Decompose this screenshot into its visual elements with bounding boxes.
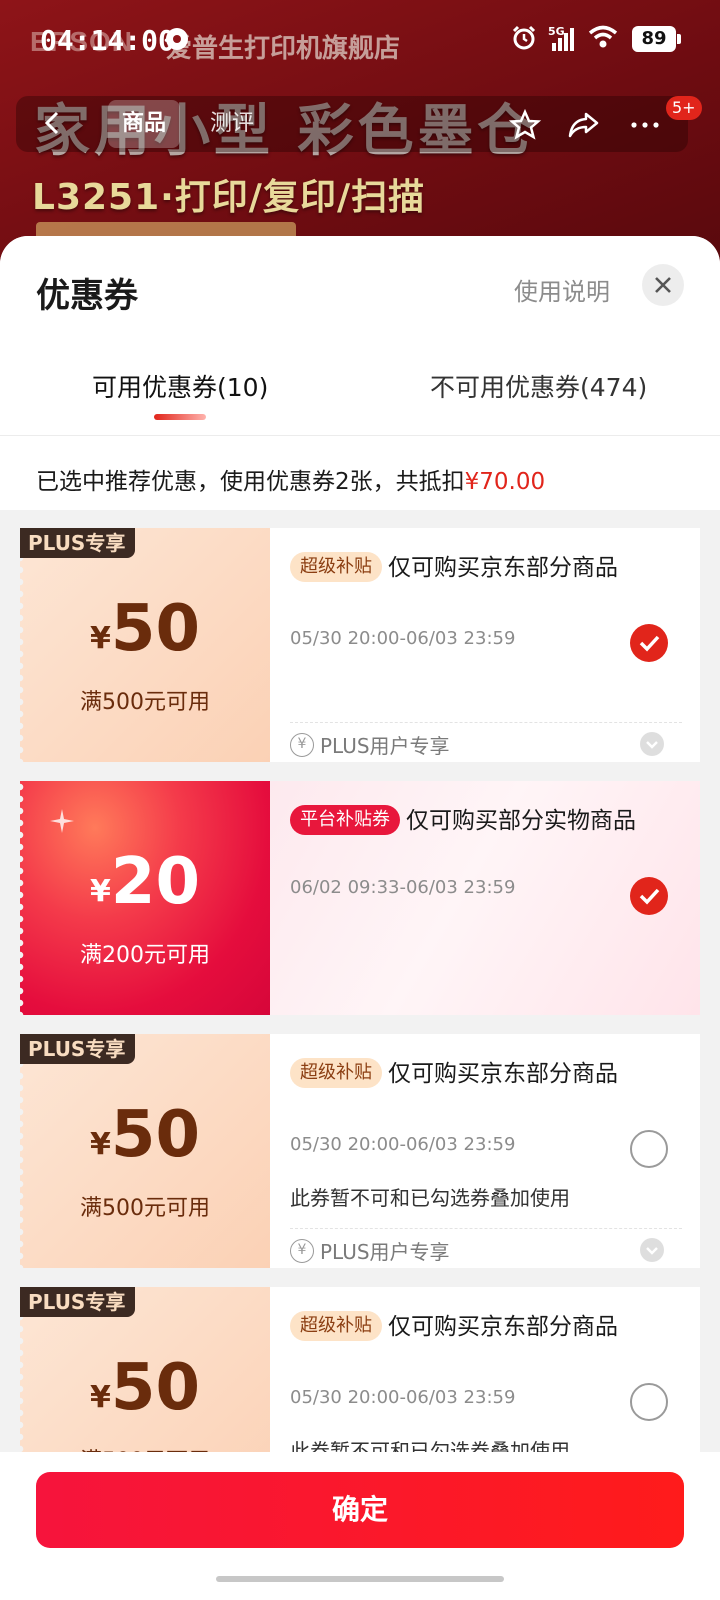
settings-status-icon bbox=[166, 28, 188, 50]
coupon-validity: 05/30 20:00-06/03 23:59 bbox=[290, 1134, 516, 1155]
more-icon[interactable] bbox=[628, 108, 662, 142]
confirm-button[interactable]: 确定 bbox=[36, 1472, 684, 1548]
sparkle-icon bbox=[50, 809, 74, 833]
tab-unavailable-coupons[interactable]: 不可用优惠券(474) bbox=[430, 368, 647, 404]
plus-exclusive-tag: PLUS专享 bbox=[20, 528, 136, 558]
expand-icon[interactable] bbox=[640, 732, 664, 756]
sheet-title: 优惠券 bbox=[36, 276, 138, 316]
coupon-card[interactable]: PLUS专享 ¥50 满500元可用 超级补贴仅可购买京东部分商品 05/30 … bbox=[20, 1287, 700, 1460]
discount-amount: ¥70.00 bbox=[464, 469, 546, 495]
coupon-value-panel: PLUS专享 ¥50 满500元可用 bbox=[20, 1034, 270, 1268]
check-icon bbox=[639, 635, 660, 652]
signal-icon: 5G bbox=[548, 25, 574, 51]
coupon-card[interactable]: PLUS专享 ¥50 满500元可用 超级补贴仅可购买京东部分商品 05/30 … bbox=[20, 1034, 700, 1268]
status-bar: 04:14:00 5G 89 bbox=[0, 0, 720, 80]
coupon-checkbox[interactable] bbox=[630, 1130, 668, 1168]
coupon-type-badge: 超级补贴 bbox=[290, 1058, 382, 1088]
banner-subline: L3251·打印/复印/扫描 bbox=[32, 177, 426, 218]
yen-icon: ¥ bbox=[290, 732, 314, 757]
coupon-amount: ¥50 bbox=[90, 1351, 200, 1425]
coupon-footer: ¥ PLUS用户专享 bbox=[290, 1236, 450, 1265]
coupon-condition: 满500元可用 bbox=[80, 1196, 210, 1221]
coupon-validity: 05/30 20:00-06/03 23:59 bbox=[290, 628, 516, 649]
share-icon[interactable] bbox=[566, 108, 600, 142]
product-nav-bar: 商品 测评 bbox=[16, 96, 688, 152]
battery-icon: 89 bbox=[632, 26, 681, 52]
coupon-value-panel: ¥20 满200元可用 bbox=[20, 781, 270, 1015]
plus-exclusive-tag: PLUS专享 bbox=[20, 1287, 136, 1317]
tab-review[interactable]: 测评 bbox=[196, 100, 268, 148]
coupon-checkbox[interactable] bbox=[630, 877, 668, 915]
close-icon bbox=[655, 277, 671, 293]
status-time: 04:14:00 bbox=[40, 24, 175, 57]
close-button[interactable] bbox=[642, 264, 684, 306]
coupon-checkbox[interactable] bbox=[630, 624, 668, 662]
coupon-title: 超级补贴 仅可购买京东部分商品 bbox=[290, 1309, 680, 1345]
tab-product[interactable]: 商品 bbox=[108, 100, 181, 148]
back-icon[interactable] bbox=[38, 108, 68, 138]
coupon-tabs: 可用优惠券(10) 不可用优惠券(474) bbox=[0, 336, 720, 436]
coupon-type-badge: 超级补贴 bbox=[290, 552, 382, 582]
message-count-badge: 5+ bbox=[666, 96, 702, 120]
coupon-amount: ¥50 bbox=[90, 1098, 200, 1172]
yen-icon: ¥ bbox=[290, 1238, 314, 1263]
coupon-detail: 平台补贴券 仅可购买部分实物商品 06/02 09:33-06/03 23:59 bbox=[270, 781, 700, 1015]
check-icon bbox=[639, 888, 660, 905]
coupon-amount: ¥50 bbox=[90, 592, 200, 666]
coupon-condition: 满500元可用 bbox=[80, 690, 210, 715]
tab-available-coupons[interactable]: 可用优惠券(10) bbox=[92, 368, 268, 404]
coupon-type-badge: 超级补贴 bbox=[290, 1311, 382, 1341]
coupon-amount: ¥20 bbox=[90, 845, 200, 919]
favorite-icon[interactable] bbox=[508, 108, 542, 142]
coupon-conflict-note: 此券暂不可和已勾选券叠加使用 bbox=[290, 1186, 570, 1210]
coupon-condition: 满200元可用 bbox=[80, 943, 210, 968]
plus-exclusive-tag: PLUS专享 bbox=[20, 1034, 136, 1064]
coupon-detail: 超级补贴 仅可购买京东部分商品 05/30 20:00-06/03 23:59 ¥… bbox=[270, 528, 700, 762]
coupon-sheet: 优惠券 使用说明 可用优惠券(10) 不可用优惠券(474) 已选中推荐优惠，使… bbox=[0, 236, 720, 1600]
home-indicator[interactable] bbox=[216, 1576, 504, 1582]
coupon-type-badge: 平台补贴券 bbox=[290, 805, 400, 835]
coupon-card[interactable]: ¥20 满200元可用 平台补贴券 仅可购买部分实物商品 06/02 09:33-… bbox=[20, 781, 700, 1015]
coupon-title: 超级补贴 仅可购买京东部分商品 bbox=[290, 1056, 680, 1092]
coupon-detail: 超级补贴 仅可购买京东部分商品 05/30 20:00-06/03 23:59 此… bbox=[270, 1034, 700, 1268]
alarm-icon bbox=[510, 24, 538, 54]
expand-icon[interactable] bbox=[640, 1238, 664, 1262]
discount-summary: 已选中推荐优惠，使用优惠券2张，共抵扣¥70.00 bbox=[36, 469, 546, 495]
coupon-footer: ¥ PLUS用户专享 bbox=[290, 730, 450, 759]
coupon-title: 超级补贴 仅可购买京东部分商品 bbox=[290, 550, 680, 586]
coupon-validity: 06/02 09:33-06/03 23:59 bbox=[290, 877, 516, 898]
coupon-card[interactable]: PLUS专享 ¥50 满500元可用 超级补贴仅可购买京东部分商品 05/30 … bbox=[20, 528, 700, 762]
sheet-header: 优惠券 使用说明 可用优惠券(10) 不可用优惠券(474) 已选中推荐优惠，使… bbox=[0, 236, 720, 510]
coupon-value-panel: PLUS专享 ¥50 满500元可用 bbox=[20, 528, 270, 762]
wifi-icon bbox=[588, 24, 618, 54]
coupon-title: 平台补贴券 仅可购买部分实物商品 bbox=[290, 803, 680, 839]
usage-instructions-link[interactable]: 使用说明 bbox=[514, 272, 610, 307]
coupon-value-panel: PLUS专享 ¥50 满500元可用 bbox=[20, 1287, 270, 1460]
active-tab-indicator bbox=[154, 414, 206, 420]
coupon-list: PLUS专享 ¥50 满500元可用 超级补贴 仅可购买京东部分商品 05/30 … bbox=[0, 510, 720, 1460]
coupon-checkbox[interactable] bbox=[630, 1383, 668, 1421]
coupon-detail: 超级补贴 仅可购买京东部分商品 05/30 20:00-06/03 23:59 此… bbox=[270, 1287, 700, 1460]
confirm-bar: 确定 bbox=[0, 1452, 720, 1600]
coupon-validity: 05/30 20:00-06/03 23:59 bbox=[290, 1387, 516, 1408]
